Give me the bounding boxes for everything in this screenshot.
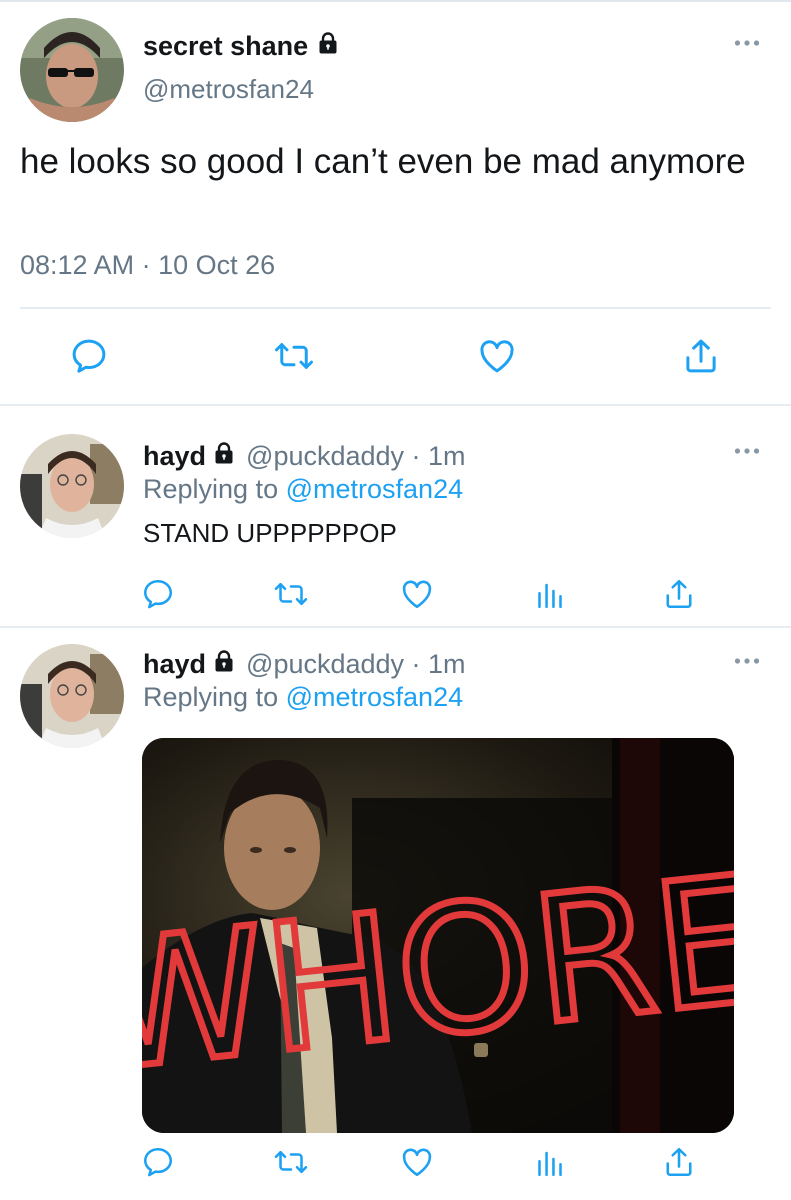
share-button[interactable] [679,336,723,376]
display-name[interactable]: hayd [143,441,206,472]
replying-to-line: Replying to @metrosfan24 [143,682,463,713]
display-name[interactable]: secret shane [143,30,340,63]
avatar[interactable] [20,644,124,748]
reply-button[interactable] [67,336,111,376]
media-text: WHORE [142,838,734,1110]
media-overlay-text: WHORE [142,835,734,1114]
main-tweet: secret shane @metrosfan24 he looks so go… [0,0,791,406]
retweet-button[interactable] [271,574,311,614]
analytics-icon [532,576,568,612]
share-icon [661,1144,697,1180]
handle[interactable]: @metrosfan24 [143,74,314,105]
reply-button[interactable] [138,574,178,614]
share-button[interactable] [659,1142,699,1182]
retweet-button[interactable] [271,1142,311,1182]
replying-prefix: Replying to [143,474,279,504]
retweet-icon [272,576,310,612]
reply-text: STAND UPPPPPPOP [143,518,397,548]
avatar[interactable] [20,18,124,122]
avatar[interactable] [20,434,124,538]
reply-button[interactable] [138,1142,178,1182]
display-name-text: secret shane [143,31,309,61]
lock-icon [212,440,236,473]
handle-time[interactable]: @puckdaddy · 1m [246,649,466,680]
reply-icon [140,576,176,612]
share-icon [680,335,722,377]
replying-to-link[interactable]: @metrosfan24 [286,682,464,712]
like-icon [398,1144,436,1180]
reply-icon [140,1144,176,1180]
reply-tweet: hayd @puckdaddy · 1m Replying to @metros… [0,406,791,626]
display-name[interactable]: hayd [143,649,206,680]
more-icon[interactable] [734,38,760,48]
like-button[interactable] [475,336,519,376]
tweet-media-image[interactable]: WHORE [142,738,734,1133]
lock-icon [212,648,236,681]
analytics-button[interactable] [530,574,570,614]
retweet-button[interactable] [272,336,316,376]
like-icon [398,576,436,612]
timestamp[interactable]: 08:12 AM · 10 Oct 26 [20,250,275,281]
retweet-icon [272,335,316,377]
analytics-button[interactable] [530,1142,570,1182]
lock-icon [316,30,340,63]
more-icon[interactable] [734,446,760,456]
like-button[interactable] [397,1142,437,1182]
replying-prefix: Replying to [143,682,279,712]
like-icon [475,335,519,377]
reply-header: hayd @puckdaddy · 1m [143,440,466,473]
replying-to-line: Replying to @metrosfan24 [143,474,463,505]
like-button[interactable] [397,574,437,614]
reply-icon [68,335,110,377]
share-button[interactable] [659,574,699,614]
share-icon [661,576,697,612]
handle-time[interactable]: @puckdaddy · 1m [246,441,466,472]
retweet-icon [272,1144,310,1180]
replying-to-link[interactable]: @metrosfan24 [286,474,464,504]
tweet-text: he looks so good I can’t even be mad any… [20,142,746,181]
more-icon[interactable] [734,656,760,666]
divider [20,307,771,309]
reply-header: hayd @puckdaddy · 1m [143,648,466,681]
analytics-icon [532,1144,568,1180]
